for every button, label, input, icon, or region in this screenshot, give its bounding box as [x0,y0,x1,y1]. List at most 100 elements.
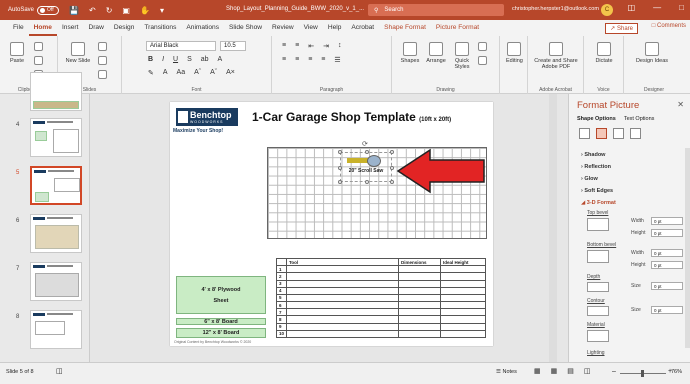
tab-shape-options[interactable]: Shape Options [577,116,616,122]
increase-indent-icon[interactable]: ⇥ [323,42,329,50]
design-ideas-button[interactable]: Design Ideas [632,42,672,64]
dictate-button[interactable]: Dictate [590,42,618,64]
picture-icon[interactable] [630,128,641,139]
resize-handle[interactable] [390,180,394,184]
redo-icon[interactable]: ↻ [106,6,113,15]
highlight-icon[interactable]: ✎ [148,69,154,77]
tab-review[interactable]: Review [267,20,299,36]
contour-color-select[interactable] [587,306,609,316]
size-properties-icon[interactable] [613,128,624,139]
spelling-icon[interactable]: ◫ [56,367,63,375]
customize-qa-icon[interactable]: ▾ [160,6,164,15]
share-button[interactable]: ↗ Share [605,23,638,34]
create-share-pdf-button[interactable]: Create and Share Adobe PDF [532,42,580,70]
clear-format-icon[interactable]: A× [226,69,235,77]
copy-button[interactable] [34,56,43,67]
italic-icon[interactable]: I [162,56,164,63]
shape-outline-button[interactable] [478,56,487,67]
top-width-input[interactable]: 0 pt [651,217,683,225]
thumbnail-8[interactable] [30,310,82,349]
arrange-button[interactable]: Arrange [424,42,448,64]
board-6in[interactable]: 6" x 8' Board [176,318,266,325]
save-icon[interactable]: 💾 [69,6,79,15]
touch-mode-icon[interactable]: ✋ [140,6,150,15]
depth-size-input[interactable]: 0 pt [651,282,683,290]
plywood-sheet[interactable]: 4' x 8' Plywood Sheet [176,276,266,314]
table-row[interactable]: 10 [275,329,486,339]
top-bevel-select[interactable] [587,218,609,231]
contour-size-input[interactable]: 0 pt [651,306,683,314]
bottom-height-input[interactable]: 0 pt [651,261,683,269]
resize-handle[interactable] [338,180,342,184]
vertical-scrollbar[interactable] [549,94,557,362]
tab-design[interactable]: Design [109,20,140,36]
maximize-icon[interactable]: □ [679,3,684,12]
section-button[interactable] [98,70,107,81]
tab-acrobat[interactable]: Acrobat [346,20,379,36]
section-soft-edges[interactable]: › Soft Edges [581,188,613,194]
tab-picture-format[interactable]: Picture Format [431,20,484,36]
tab-transitions[interactable]: Transitions [139,20,181,36]
bullets-icon[interactable]: ≡ [282,42,286,50]
slideshow-icon[interactable]: ◫ [584,367,591,375]
table-row[interactable]: 7 [275,308,486,317]
scroll-saw-shape[interactable]: 20" Scroll Saw [338,150,394,184]
ribbon-display-icon[interactable]: ◫ [628,3,636,12]
pane-scrollbar[interactable] [685,148,690,348]
rotate-handle-icon[interactable]: ⟳ [362,140,368,148]
slide-sorter-icon[interactable]: ▦ [551,367,558,375]
tab-view[interactable]: View [299,20,323,36]
thumbnail-row-6[interactable]: 6 [0,214,90,259]
font-size-select[interactable]: 10.5 [220,41,246,51]
justify-icon[interactable]: ≡ [321,56,325,64]
tab-draw[interactable]: Draw [83,20,108,36]
text-color-icon[interactable]: A [163,69,168,77]
autosave-toggle[interactable]: Off [37,5,60,15]
reset-button[interactable] [98,56,107,67]
strikethrough-icon[interactable]: S [187,56,192,63]
minimize-icon[interactable]: — [653,3,661,12]
section-reflection[interactable]: › Reflection [581,164,611,170]
user-email[interactable]: christopher.herpster1@outlook.com [512,6,599,12]
shapes-button[interactable]: Shapes [398,42,422,64]
effects-icon[interactable] [596,128,607,139]
table-row[interactable]: 6 [275,301,486,310]
tab-shape-format[interactable]: Shape Format [379,20,431,36]
table-row[interactable]: 4 [275,286,486,295]
zoom-out-icon[interactable]: – [612,368,616,375]
notes-button[interactable]: ☰ Notes [496,369,517,375]
table-row[interactable]: 2 [275,272,486,281]
thumbnail-6[interactable] [30,214,82,253]
undo-icon[interactable]: ↶ [89,6,96,15]
comments-button[interactable]: □ Comments [652,23,686,29]
reading-view-icon[interactable]: ▤ [567,367,574,375]
thumbnail-3[interactable] [30,72,82,111]
search-box[interactable]: ⚲ Search [368,4,504,16]
layout-button[interactable] [98,42,107,53]
table-row[interactable]: 8 [275,315,486,324]
align-center-icon[interactable]: ≡ [295,56,299,64]
thumbnail-partial[interactable] [0,72,90,112]
quick-styles-button[interactable]: Quick Styles [450,42,474,70]
align-left-icon[interactable]: ≡ [282,56,286,64]
thumbnail-5[interactable] [30,166,82,205]
red-arrow[interactable] [396,146,486,196]
resize-handle[interactable] [365,180,369,184]
editing-button[interactable]: Editing [506,42,523,64]
tab-animations[interactable]: Animations [181,20,224,36]
thumbnail-4[interactable] [30,118,82,157]
table-row[interactable]: 9 [275,322,486,331]
align-right-icon[interactable]: ≡ [308,56,312,64]
font-color-icon[interactable]: A [218,56,223,63]
zoom-slider-handle[interactable] [641,370,644,377]
line-spacing-icon[interactable]: ↕ [338,42,342,50]
thumbnail-row-8[interactable]: 8 [0,310,90,355]
thumbnail-row-4[interactable]: 4 [0,118,90,163]
board-12in[interactable]: 12" x 8' Board [176,328,266,338]
close-icon[interactable]: ✕ [677,100,684,109]
columns-icon[interactable]: ☰ [334,56,340,64]
shape-fill-button[interactable] [478,42,487,53]
decrease-indent-icon[interactable]: ⇤ [308,42,314,50]
slide-title[interactable]: 1-Car Garage Shop Template (10ft x 20ft) [252,110,451,124]
tab-text-options[interactable]: Text Options [624,116,655,122]
